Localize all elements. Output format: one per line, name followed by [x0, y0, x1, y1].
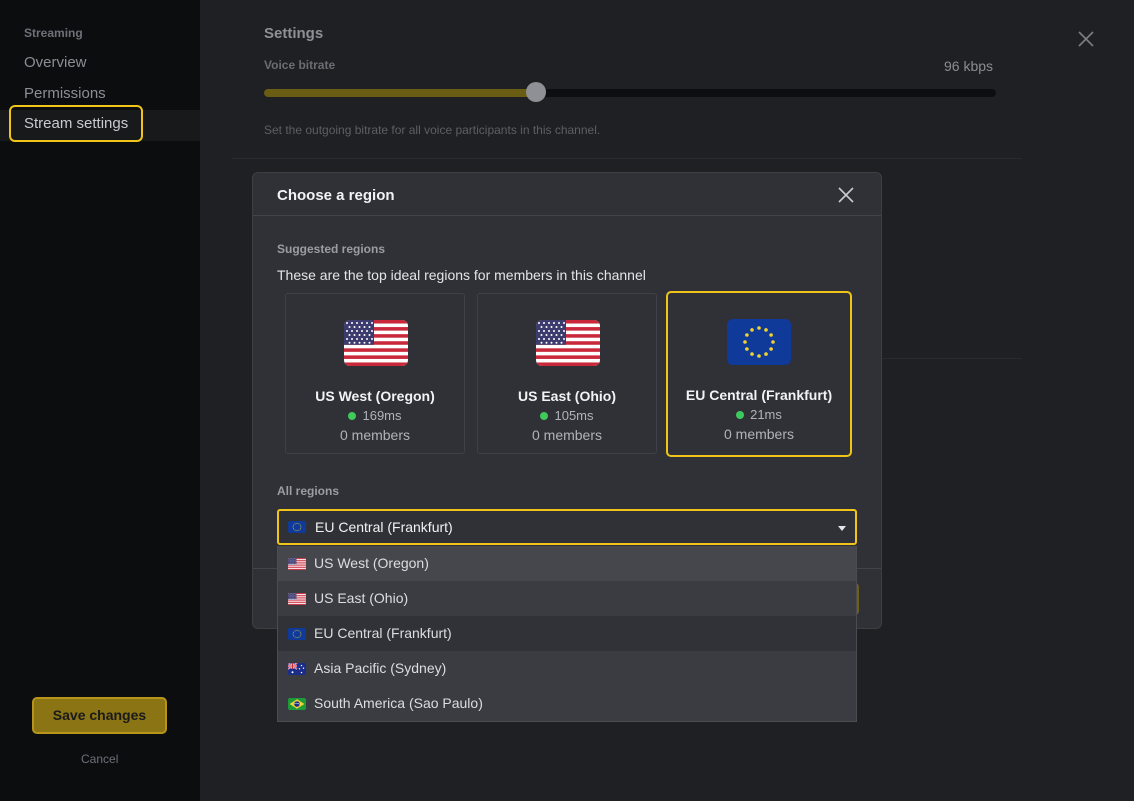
sidebar: Streaming Overview Permissions Stream se…: [0, 0, 200, 801]
region-card-name: EU Central (Frankfurt): [685, 387, 833, 403]
region-select-value: EU Central (Frankfurt): [315, 519, 453, 535]
eu-flag-icon: [288, 628, 306, 640]
region-select[interactable]: EU Central (Frankfurt): [277, 509, 857, 545]
eu-flag-icon: [288, 521, 306, 533]
region-card-latency: 105ms: [478, 408, 656, 423]
us-flag-icon: [344, 320, 408, 366]
eu-flag-icon: [727, 319, 791, 365]
all-regions-label: All regions: [277, 484, 340, 498]
region-card-latency: 169ms: [286, 408, 464, 423]
region-card-us-west[interactable]: US West (Oregon) 169ms 0 members: [285, 293, 465, 454]
region-option-eu-central[interactable]: EU Central (Frankfurt): [278, 616, 856, 651]
us-flag-icon: [536, 320, 600, 366]
region-card-eu-central[interactable]: EU Central (Frankfurt) 21ms 0 members: [666, 291, 852, 457]
region-card-name: US East (Ohio): [517, 388, 616, 404]
region-option-label: South America (Sao Paulo): [314, 695, 483, 711]
close-icon[interactable]: [837, 186, 855, 204]
region-option-us-west[interactable]: US West (Oregon): [278, 546, 856, 581]
online-dot-icon: [736, 411, 745, 419]
us-flag-icon: [288, 558, 306, 570]
voice-bitrate-value: 96 kbps: [944, 58, 994, 74]
voice-bitrate-slider[interactable]: [264, 89, 996, 97]
au-flag-icon: [288, 663, 306, 675]
section-divider: [232, 158, 1022, 159]
chevron-down-icon[interactable]: [838, 526, 846, 531]
region-option-label: EU Central (Frankfurt): [314, 625, 452, 641]
sidebar-item-permissions[interactable]: Permissions: [24, 85, 106, 102]
online-dot-icon: [540, 412, 549, 420]
sidebar-section-title: Streaming: [24, 26, 83, 40]
sidebar-item-overview[interactable]: Overview: [24, 54, 87, 71]
section-divider: [882, 358, 1022, 359]
region-option-label: US East (Ohio): [314, 590, 409, 606]
slider-fill: [264, 89, 536, 97]
region-option-asia-pacific[interactable]: Asia Pacific (Sydney): [278, 651, 856, 686]
us-flag-icon: [288, 593, 306, 605]
region-option-label: US West (Oregon): [314, 555, 429, 571]
region-card-name: US West (Oregon): [315, 388, 435, 404]
region-option-us-east[interactable]: US East (Ohio): [278, 581, 856, 616]
close-icon[interactable]: [1076, 29, 1096, 49]
region-card-members: 0 members: [723, 426, 795, 442]
region-card-members: 0 members: [531, 427, 603, 443]
region-option-south-america[interactable]: South America (Sao Paulo): [278, 686, 856, 721]
online-dot-icon: [348, 412, 357, 420]
region-card-latency: 21ms: [668, 407, 850, 422]
voice-bitrate-help: Set the outgoing bitrate for all voice p…: [264, 123, 601, 137]
cancel-link[interactable]: Cancel: [81, 752, 118, 766]
br-flag-icon: [288, 698, 306, 710]
page-title: Settings: [264, 25, 324, 42]
suggested-regions-description: These are the top ideal regions for memb…: [277, 267, 646, 283]
region-option-label: Asia Pacific (Sydney): [314, 660, 447, 676]
region-dropdown-list: US West (Oregon) US East (Ohio) EU Centr…: [277, 546, 857, 722]
suggested-regions-label: Suggested regions: [277, 242, 386, 256]
region-card-members: 0 members: [339, 427, 411, 443]
region-card-us-east[interactable]: US East (Ohio) 105ms 0 members: [477, 293, 657, 454]
save-changes-button[interactable]: Save changes: [32, 697, 167, 734]
voice-bitrate-label: Voice bitrate: [264, 58, 336, 72]
slider-handle[interactable]: [526, 82, 546, 102]
sidebar-item-stream-settings[interactable]: Stream settings: [9, 105, 143, 142]
modal-header: Choose a region: [253, 173, 881, 216]
modal-title: Choose a region: [277, 187, 395, 204]
